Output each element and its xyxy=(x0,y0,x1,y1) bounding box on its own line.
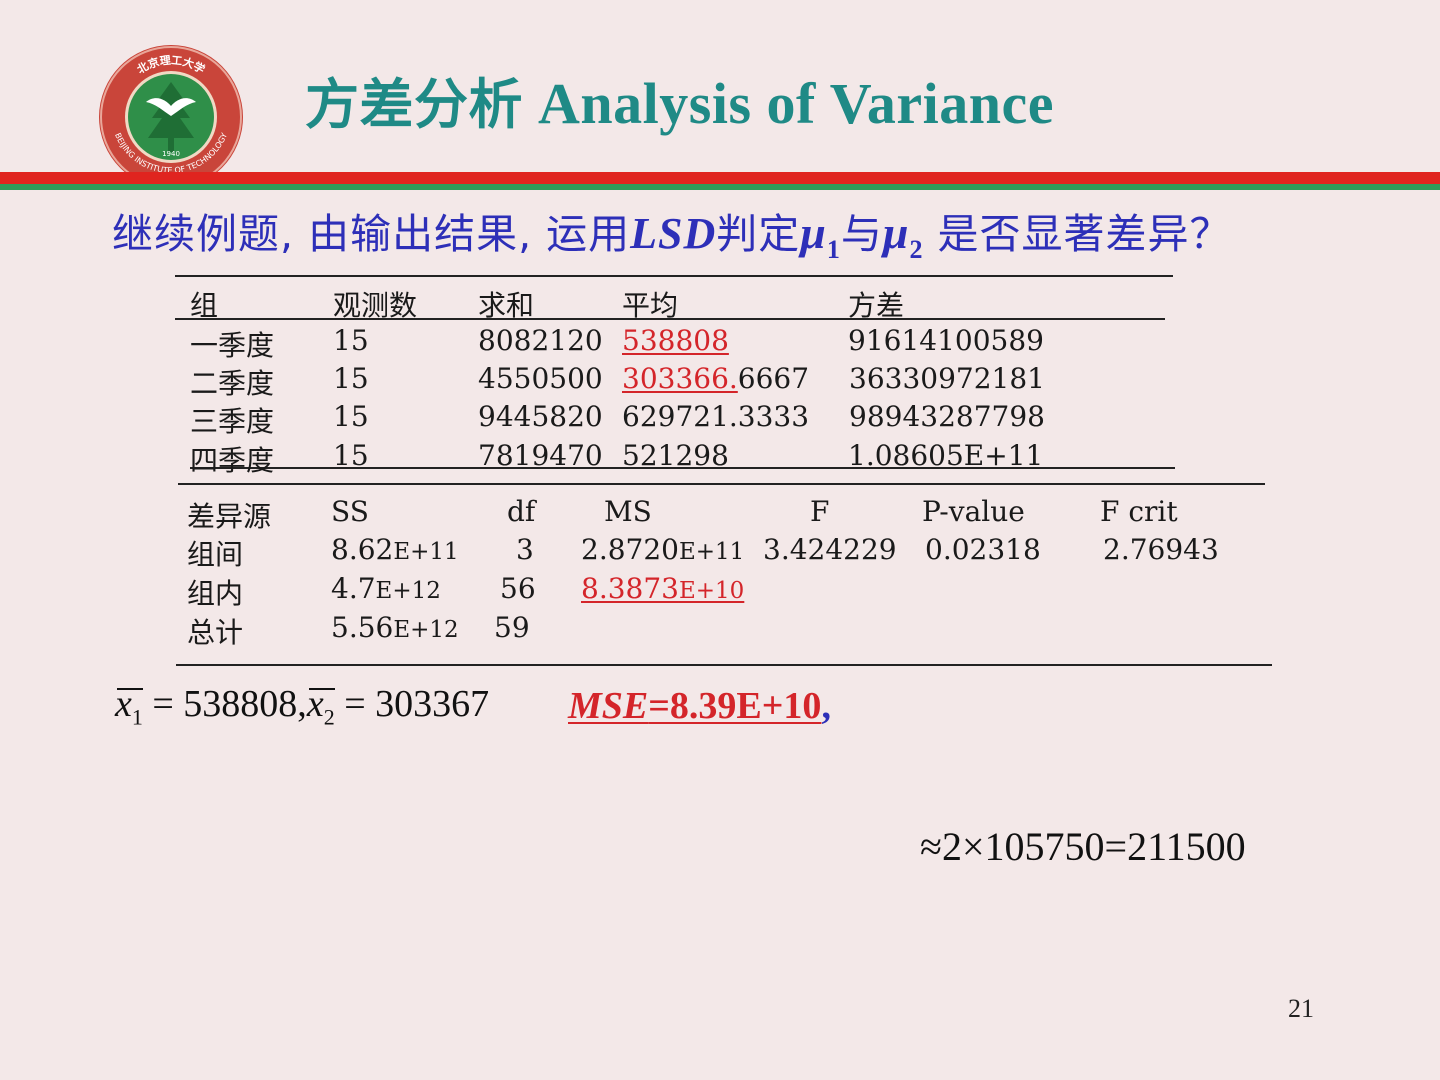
summary-row-1-mean: 538808 xyxy=(622,324,729,357)
anova-header-ms: MS xyxy=(604,495,652,528)
summary-row-2-mean: 303366.6667 xyxy=(622,362,809,395)
summary-table-top-rule xyxy=(175,275,1173,277)
mu2-subscript: 2 xyxy=(909,235,924,265)
anova-row-between-source: 组间 xyxy=(187,538,244,571)
anova-row-within-source: 组内 xyxy=(187,577,244,610)
summary-row-3-mean: 629721.3333 xyxy=(622,400,810,433)
xbar-2: x2 xyxy=(307,682,335,731)
ms-within-mantissa: 8.3873 xyxy=(581,572,679,605)
anova-row-between-f: 3.424229 xyxy=(763,533,897,566)
summary-row-2-sum: 4550500 xyxy=(478,362,603,395)
title-en: Analysis of Variance xyxy=(538,71,1054,136)
summary-row-4-variance: 1.08605E+11 xyxy=(848,439,1044,472)
summary-row-1-variance: 91614100589 xyxy=(848,324,1044,357)
question-part1: 继续例题, 由输出结果, 运用 xyxy=(112,210,631,258)
summary-row-1-sum: 8082120 xyxy=(478,324,603,357)
means-formula: x1 = 538808,x2 = 303367 xyxy=(115,682,489,731)
ms-within-exponent: E+10 xyxy=(678,578,745,604)
title-cjk: 方差分析 xyxy=(305,73,523,136)
anova-header-pvalue: P-value xyxy=(922,495,1025,528)
summary-header-count: 观测数 xyxy=(333,289,418,322)
anova-row-between-df: 3 xyxy=(516,533,534,566)
mse-value: MSE=8.39E+10, xyxy=(568,684,831,728)
university-logo: 北京理工大学 BEIJING INSTITUTE OF TECHNOLOGY 1… xyxy=(99,45,243,189)
xbar-1-letter: x xyxy=(115,683,132,725)
anova-header-f: F xyxy=(810,495,830,528)
anova-header-df: df xyxy=(507,495,536,528)
ss-within-exponent: E+12 xyxy=(375,578,441,604)
summary-row-4-group: 四季度 xyxy=(190,444,275,477)
ss-total-exponent: E+12 xyxy=(393,617,459,643)
mu2-symbol: μ2 xyxy=(882,207,924,264)
summary-header-sum: 求和 xyxy=(478,289,535,322)
lsd-label: LSD xyxy=(630,209,717,258)
summary-row-4-sum: 7819470 xyxy=(478,439,603,472)
mse-number: =8.39E+10 xyxy=(648,685,822,727)
summary-row-1-group: 一季度 xyxy=(190,329,275,362)
anova-row-between-ss: 8.62E+11 xyxy=(331,533,459,566)
summary-row-3-sum: 9445820 xyxy=(478,400,603,433)
mse-underlined: MSE=8.39E+10 xyxy=(568,685,821,727)
slide-title: 方差分析 Analysis of Variance xyxy=(305,60,1054,139)
anova-row-total-ss: 5.56E+12 xyxy=(331,611,459,644)
header-divider-green xyxy=(0,184,1440,190)
xbar-1-subscript: 1 xyxy=(131,704,143,730)
summary-header-variance: 方差 xyxy=(848,289,905,322)
question-mid: 与 xyxy=(840,210,883,258)
xbar-1: x1 xyxy=(115,682,143,731)
summary-row-4-mean: 521298 xyxy=(622,439,729,472)
anova-row-between-ms: 2.8720E+11 xyxy=(581,533,744,566)
anova-row-within-ss: 4.7E+12 xyxy=(331,572,441,605)
mean-2-rest: 6667 xyxy=(737,362,810,395)
anova-row-within-df: 56 xyxy=(500,572,536,605)
mu1-symbol: μ1 xyxy=(800,207,841,264)
lsd-approximation: ≈2×105750=211500 xyxy=(920,824,1246,869)
ms-between-mantissa: 2.8720 xyxy=(581,533,679,566)
summary-row-4-count: 15 xyxy=(333,439,369,472)
question-part3: 是否显著差异？ xyxy=(923,210,1232,258)
anova-row-total-source: 总计 xyxy=(187,616,244,649)
summary-row-2-variance: 36330972181 xyxy=(849,362,1045,395)
question-text: 继续例题, 由输出结果, 运用LSD判定μ1与μ2 是否显著差异？ xyxy=(112,200,1232,265)
summary-row-3-group: 三季度 xyxy=(190,405,275,438)
summary-row-3-variance: 98943287798 xyxy=(849,400,1045,433)
mu1-letter: μ xyxy=(800,207,827,258)
summary-row-3-count: 15 xyxy=(333,400,369,433)
anova-header-source: 差异源 xyxy=(187,500,272,533)
summary-header-group: 组 xyxy=(190,289,219,322)
xbar-1-value: = 538808, xyxy=(142,683,307,725)
mse-label: MSE xyxy=(568,685,649,727)
header-divider-red xyxy=(0,172,1440,184)
anova-header-ss: SS xyxy=(331,495,369,528)
question-part2: 判定 xyxy=(716,210,801,258)
mse-comma: , xyxy=(821,685,831,727)
summary-row-2-group: 二季度 xyxy=(190,367,275,400)
anova-row-within-ms: 8.3873E+10 xyxy=(581,572,744,605)
page-number: 21 xyxy=(1288,994,1314,1023)
mean-2-highlight: 303366. xyxy=(622,362,738,395)
mu2-letter: μ xyxy=(882,207,910,258)
summary-row-1-count: 15 xyxy=(333,324,369,357)
anova-row-between-fcrit: 2.76943 xyxy=(1103,533,1219,566)
xbar-2-value: = 303367 xyxy=(334,683,490,725)
ss-between-mantissa: 8.62 xyxy=(331,533,394,566)
xbar-2-subscript: 2 xyxy=(323,704,335,730)
summary-row-2-count: 15 xyxy=(333,362,369,395)
summary-header-mean: 平均 xyxy=(622,289,679,322)
anova-header-fcrit: F crit xyxy=(1100,495,1178,528)
anova-table-top-rule xyxy=(178,483,1265,485)
mu1-subscript: 1 xyxy=(826,235,841,265)
mean-1-highlight: 538808 xyxy=(622,324,729,357)
xbar-2-letter: x xyxy=(306,683,324,725)
anova-row-between-pvalue: 0.02318 xyxy=(925,533,1041,566)
logo-year: 1940 xyxy=(162,150,180,158)
ms-between-exponent: E+11 xyxy=(678,539,745,565)
ss-between-exponent: E+11 xyxy=(393,539,459,565)
anova-row-total-df: 59 xyxy=(494,611,530,644)
ss-total-mantissa: 5.56 xyxy=(331,611,394,644)
anova-table-bottom-rule xyxy=(176,664,1272,666)
ss-within-mantissa: 4.7 xyxy=(331,572,376,605)
